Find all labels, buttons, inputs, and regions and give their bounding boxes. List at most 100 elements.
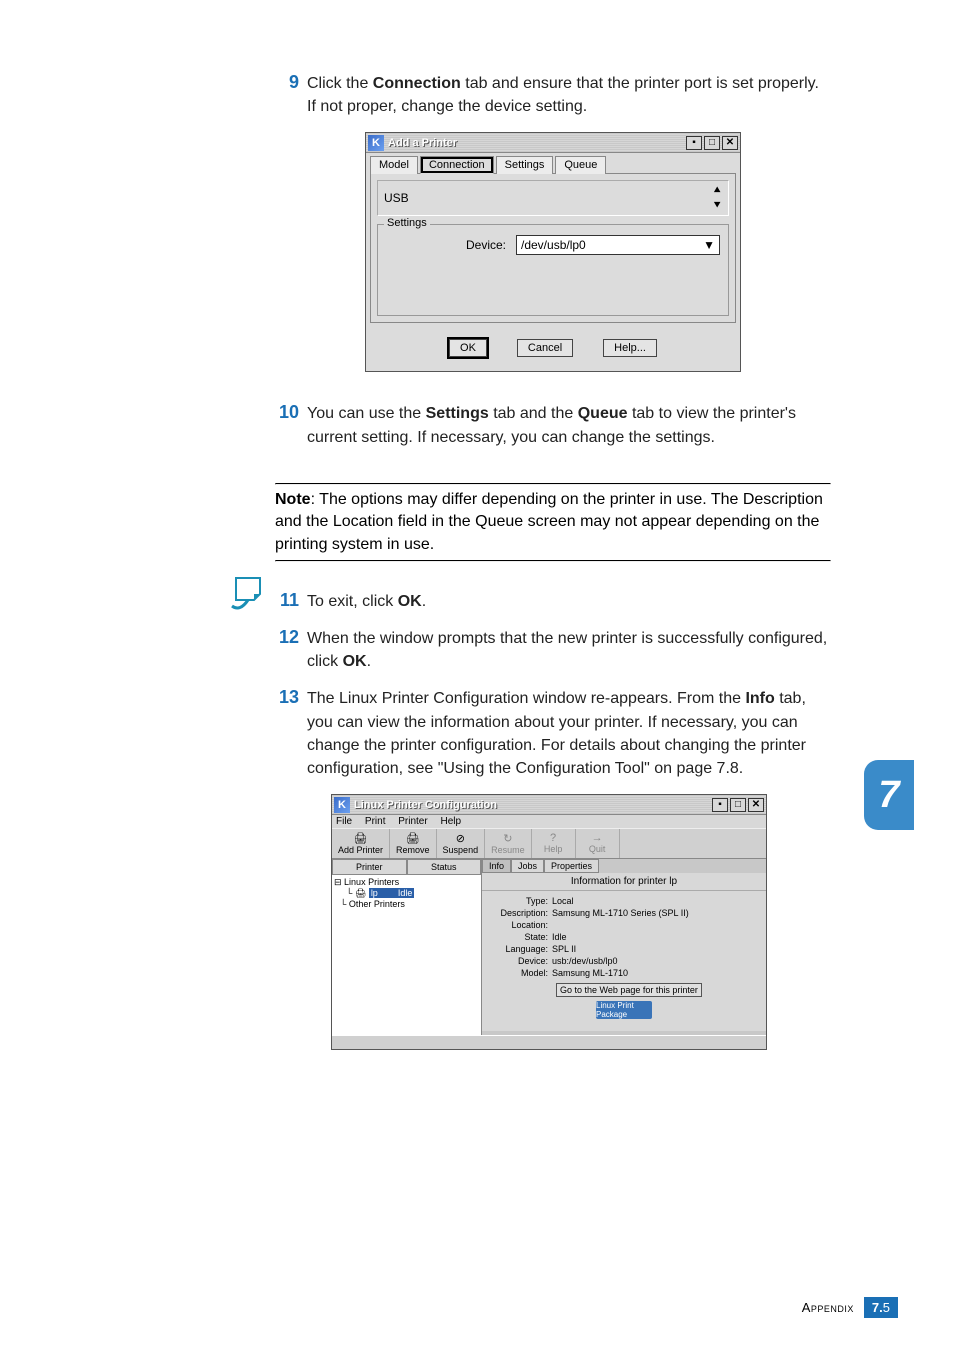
help-button[interactable]: ?Help	[532, 829, 576, 858]
page-footer: Appendix 7.5	[802, 1297, 898, 1318]
port-type-value: USB	[384, 191, 409, 205]
menu-bar: File Print Printer Help	[332, 815, 766, 828]
step-body-12: When the window prompts that the new pri…	[307, 627, 831, 673]
fieldset-legend: Settings	[384, 217, 430, 229]
titlebar: K Add a Printer ▪ □ ✕	[366, 133, 740, 153]
status-bar	[332, 1035, 766, 1049]
text: Click the	[307, 75, 373, 92]
step-number-11: 11	[275, 590, 307, 613]
menu-file[interactable]: File	[336, 816, 352, 827]
suspend-icon: ⊘	[443, 832, 479, 845]
type-value: Local	[552, 896, 758, 906]
language-label: Language:	[490, 944, 552, 954]
tab-model[interactable]: Model	[370, 156, 418, 174]
add-printer-button[interactable]: 🖨Add Printer	[332, 829, 390, 858]
package-badge: Linux Print Package	[596, 1001, 652, 1019]
state-value: Idle	[552, 932, 758, 942]
text: You can use the	[307, 405, 426, 422]
tab-status[interactable]: Status	[407, 859, 482, 875]
bold: OK	[343, 653, 367, 670]
text: To exit, click	[307, 593, 398, 610]
step-body-13: The Linux Printer Configuration window r…	[307, 687, 831, 780]
close-button[interactable]: ✕	[722, 136, 738, 150]
resume-button[interactable]: ↻Resume	[485, 829, 532, 858]
text: The Linux Printer Configuration window r…	[307, 690, 745, 707]
go-to-web-button[interactable]: Go to the Web page for this printer	[556, 983, 702, 997]
info-grid: Type:Local Description:Samsung ML-1710 S…	[482, 891, 766, 1031]
footer-page-number: 7.5	[864, 1297, 898, 1318]
model-value: Samsung ML-1710	[552, 968, 758, 978]
ok-button[interactable]: OK	[449, 339, 487, 357]
printer-tree[interactable]: ⊟ Linux Printers └ 🖨 lp Idle └ Other Pri…	[332, 875, 481, 1035]
add-printer-dialog: K Add a Printer ▪ □ ✕ Model Connection S…	[365, 132, 741, 372]
help-button[interactable]: Help...	[603, 339, 657, 357]
maximize-button[interactable]: □	[730, 798, 746, 812]
tab-printer[interactable]: Printer	[332, 859, 407, 875]
window-title: Add a Printer	[388, 137, 686, 149]
footer-section: Appendix	[802, 1300, 854, 1315]
chapter-tab: 7	[864, 760, 914, 830]
left-pane: Printer Status ⊟ Linux Printers └ 🖨 lp I…	[332, 859, 482, 1035]
close-button[interactable]: ✕	[748, 798, 764, 812]
resume-icon: ↻	[491, 832, 525, 845]
menu-help[interactable]: Help	[440, 816, 461, 827]
toolbar: 🖨Add Printer 🖨Remove ⊘Suspend ↻Resume ?H…	[332, 828, 766, 859]
step-body-11: To exit, click OK.	[307, 590, 831, 613]
text: .	[422, 593, 426, 610]
port-type-dropdown[interactable]: USB ⯅⯆	[377, 180, 729, 216]
tab-properties[interactable]: Properties	[544, 859, 599, 873]
location-value	[552, 920, 758, 930]
step-number-12: 12	[275, 627, 307, 673]
bold: Connection	[373, 75, 461, 92]
minimize-button[interactable]: ▪	[686, 136, 702, 150]
tab-info[interactable]: Info	[482, 859, 511, 873]
printer-config-dialog: K Linux Printer Configuration ▪ □ ✕ File…	[331, 794, 767, 1050]
device-label: Device:	[490, 956, 552, 966]
remove-button[interactable]: 🖨Remove	[390, 829, 437, 858]
language-value: SPL II	[552, 944, 758, 954]
step-number-9: 9	[275, 72, 307, 118]
type-label: Type:	[490, 896, 552, 906]
tree-item-selected[interactable]: └ 🖨 lp Idle	[334, 888, 479, 899]
titlebar: K Linux Printer Configuration ▪ □ ✕	[332, 795, 766, 815]
right-pane: Info Jobs Properties Information for pri…	[482, 859, 766, 1035]
state-label: State:	[490, 932, 552, 942]
spinner-icon: ⯅⯆	[712, 183, 722, 213]
window-title: Linux Printer Configuration	[354, 799, 712, 811]
tab-queue[interactable]: Queue	[555, 156, 606, 174]
bold: OK	[398, 593, 422, 610]
cancel-button[interactable]: Cancel	[517, 339, 573, 357]
chevron-down-icon: ▼	[703, 238, 715, 252]
kde-icon: K	[334, 797, 350, 813]
device-label: Device:	[386, 238, 516, 252]
note-block: Note: The options may differ depending o…	[275, 483, 831, 562]
tab-connection[interactable]: Connection	[420, 156, 494, 174]
menu-printer[interactable]: Printer	[398, 816, 427, 827]
info-header: Information for printer lp	[482, 873, 766, 891]
tab-jobs[interactable]: Jobs	[511, 859, 544, 873]
bold: Settings	[426, 405, 489, 422]
device-value: usb:/dev/usb/lp0	[552, 956, 758, 966]
kde-icon: K	[368, 135, 384, 151]
printer-plus-icon: 🖨	[338, 832, 383, 845]
step-number-10: 10	[275, 402, 307, 448]
rule	[275, 560, 831, 562]
maximize-button[interactable]: □	[704, 136, 720, 150]
suspend-button[interactable]: ⊘Suspend	[437, 829, 486, 858]
text: When the window prompts that the new pri…	[307, 630, 827, 670]
text: tab and the	[489, 405, 578, 422]
description-value: Samsung ML-1710 Series (SPL II)	[552, 908, 758, 918]
settings-fieldset: Settings Device: /dev/usb/lp0 ▼	[377, 224, 729, 316]
tree-item-other[interactable]: └ Other Printers	[334, 899, 479, 909]
tree-root[interactable]: ⊟ Linux Printers	[334, 877, 479, 888]
help-icon: ?	[538, 832, 569, 844]
step-number-13: 13	[275, 687, 307, 780]
tab-settings[interactable]: Settings	[496, 156, 554, 174]
device-value: /dev/usb/lp0	[521, 238, 586, 252]
step-body-9: Click the Connection tab and ensure that…	[307, 72, 831, 118]
quit-button[interactable]: →Quit	[576, 829, 620, 858]
model-label: Model:	[490, 968, 552, 978]
device-dropdown[interactable]: /dev/usb/lp0 ▼	[516, 235, 720, 255]
menu-print[interactable]: Print	[365, 816, 386, 827]
minimize-button[interactable]: ▪	[712, 798, 728, 812]
